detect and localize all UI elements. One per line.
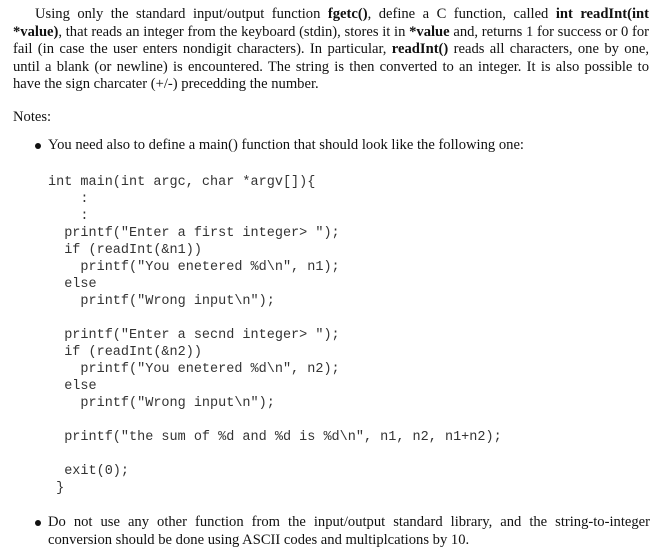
code-line: : [48, 209, 89, 224]
bullet-text: You need also to define a main() functio… [48, 137, 524, 153]
code-line: printf("You enetered %d\n", n1); [48, 260, 340, 275]
code-block: int main(int argc, char *argv[]){ : : pr… [48, 174, 502, 497]
code-line: exit(0); [48, 464, 130, 479]
intro-bold-value: *value [409, 23, 450, 40]
bullet-icon [35, 520, 41, 526]
intro-bold-fgetc: fgetc() [327, 6, 368, 22]
notes-heading: Notes: [13, 109, 52, 125]
intro-text: , define a C function, called [367, 6, 556, 22]
intro-text: Using only the standard input/output fun… [35, 6, 328, 22]
code-line: else [48, 277, 97, 292]
code-line: if (readInt(&n1)) [48, 243, 202, 258]
code-line: printf("Enter a first integer> "); [48, 226, 340, 241]
code-line: printf("You enetered %d\n", n2); [48, 362, 340, 377]
code-line: int main(int argc, char *argv[]){ [48, 175, 316, 190]
code-line: printf("Wrong input\n"); [48, 294, 275, 309]
code-line: if (readInt(&n2)) [48, 345, 202, 360]
code-line: printf("the sum of %d and %d is %d\n", n… [48, 430, 502, 445]
intro-paragraph: Using only the standard input/output fun… [13, 6, 649, 94]
code-line: } [48, 481, 65, 496]
bullet-icon [35, 143, 41, 149]
intro-bold-readint: readInt() [391, 41, 449, 58]
code-line: : [48, 192, 89, 207]
code-line: printf("Wrong input\n"); [48, 396, 275, 411]
code-line: else [48, 379, 97, 394]
code-line: printf("Enter a secnd integer> "); [48, 328, 340, 343]
intro-text: , that reads an integer from the keyboar… [58, 23, 410, 40]
bullet-text: Do not use any other function from the i… [48, 514, 650, 548]
